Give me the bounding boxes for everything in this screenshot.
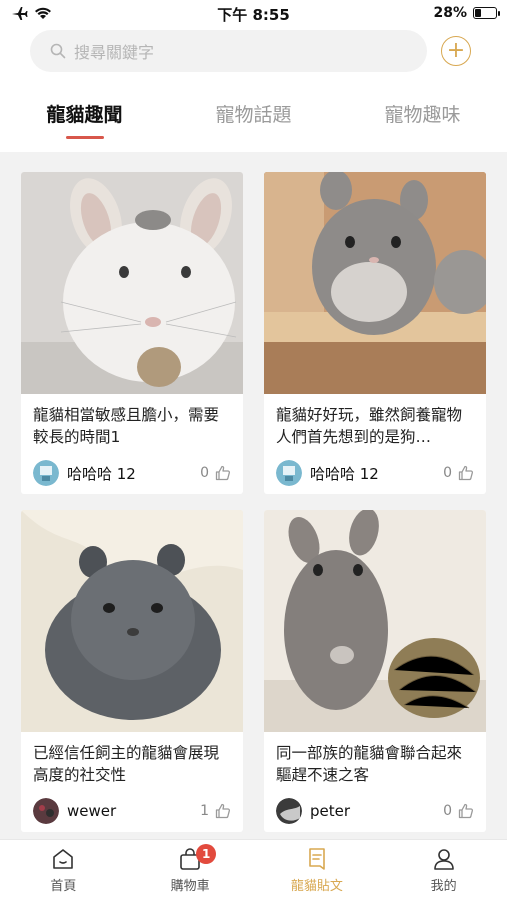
cart-count-badge: 1 bbox=[196, 844, 217, 864]
search-icon bbox=[50, 43, 66, 59]
chinchilla-photo bbox=[21, 172, 243, 394]
post-title: 已經信任飼主的龍貓會展現高度的社交性 bbox=[33, 744, 220, 784]
post-card[interactable]: 同一部族的龍貓會聯合起來驅趕不速之客 peter 0 bbox=[264, 510, 486, 832]
tab-pet-topics[interactable]: 寵物話題 bbox=[184, 100, 324, 139]
avatar[interactable] bbox=[33, 460, 59, 486]
post-footer: 哈哈哈 12 0 bbox=[33, 460, 231, 486]
home-icon bbox=[53, 849, 74, 869]
search-placeholder: 搜尋關鍵字 bbox=[74, 43, 155, 62]
nav-home[interactable]: 首頁 bbox=[0, 840, 127, 900]
chinchilla-photo bbox=[21, 510, 243, 732]
category-tabs: 龍貓趣聞 寵物話題 寵物趣味 bbox=[0, 100, 507, 146]
post-image bbox=[264, 172, 486, 394]
tab-pet-fun[interactable]: 寵物趣味 bbox=[353, 100, 493, 139]
avatar[interactable] bbox=[276, 460, 302, 486]
user-icon bbox=[433, 849, 454, 870]
search-row: 搜尋關鍵字 + bbox=[30, 30, 471, 72]
post-grid: 龍貓相當敏感且膽小，需要較長的時間1 哈哈哈 12 0 龍貓好好玩，雖然飼養寵物… bbox=[0, 152, 507, 840]
nav-cart[interactable]: 購物車 1 bbox=[127, 840, 254, 900]
post-title: 龍貓好好玩，雖然飼養寵物人們首先想到的是狗… bbox=[276, 406, 463, 446]
status-bar: 下午 8:55 28% bbox=[0, 0, 507, 26]
nav-profile[interactable]: 我的 bbox=[380, 840, 507, 900]
add-post-button[interactable]: + bbox=[441, 36, 471, 66]
battery-fill bbox=[475, 9, 481, 17]
thumbs-up-icon[interactable] bbox=[458, 803, 474, 819]
post-image bbox=[21, 510, 243, 732]
status-time: 下午 8:55 bbox=[217, 6, 290, 24]
plus-icon: + bbox=[446, 38, 466, 63]
app-screen: 下午 8:55 28% 搜尋關鍵字 + 龍貓趣聞 寵物話題 寵物趣味 龍貓相當敏… bbox=[0, 0, 507, 900]
nav-label: 購物車 bbox=[170, 879, 210, 894]
post-image bbox=[264, 510, 486, 732]
tab-label: 寵物趣味 bbox=[384, 104, 461, 126]
post-author[interactable]: peter bbox=[310, 802, 443, 820]
like-count: 0 bbox=[443, 803, 452, 819]
post-image bbox=[21, 172, 243, 394]
post-card[interactable]: 龍貓相當敏感且膽小，需要較長的時間1 哈哈哈 12 0 bbox=[21, 172, 243, 494]
like-count: 0 bbox=[200, 465, 209, 481]
chinchilla-photo bbox=[264, 510, 486, 732]
thumbs-up-icon[interactable] bbox=[215, 803, 231, 819]
bottom-nav: 首頁 購物車 1 龍貓貼文 我的 bbox=[0, 839, 507, 900]
tab-chinchilla-news[interactable]: 龍貓趣聞 bbox=[15, 100, 155, 139]
chinchilla-photo bbox=[264, 172, 486, 394]
post-author[interactable]: wewer bbox=[67, 802, 200, 820]
post-author[interactable]: 哈哈哈 12 bbox=[67, 463, 200, 484]
avatar[interactable] bbox=[33, 798, 59, 824]
like-count: 1 bbox=[200, 803, 209, 819]
avatar[interactable] bbox=[276, 798, 302, 824]
thumbs-up-icon[interactable] bbox=[215, 465, 231, 481]
nav-label: 我的 bbox=[430, 879, 457, 894]
post-title: 龍貓相當敏感且膽小，需要較長的時間1 bbox=[33, 406, 220, 446]
like-count: 0 bbox=[443, 465, 452, 481]
search-input[interactable]: 搜尋關鍵字 bbox=[30, 30, 427, 72]
post-footer: peter 0 bbox=[276, 798, 474, 824]
post-title: 同一部族的龍貓會聯合起來驅趕不速之客 bbox=[276, 744, 463, 784]
post-card[interactable]: 龍貓好好玩，雖然飼養寵物人們首先想到的是狗… 哈哈哈 12 0 bbox=[264, 172, 486, 494]
battery-icon bbox=[473, 7, 500, 19]
thumbs-up-icon[interactable] bbox=[458, 465, 474, 481]
nav-label: 龍貓貼文 bbox=[290, 879, 343, 894]
post-footer: wewer 1 bbox=[33, 798, 231, 824]
tab-active-indicator bbox=[65, 136, 104, 139]
nav-posts[interactable]: 龍貓貼文 bbox=[254, 840, 381, 900]
post-author[interactable]: 哈哈哈 12 bbox=[310, 463, 443, 484]
post-icon bbox=[309, 848, 325, 870]
tab-label: 龍貓趣聞 bbox=[46, 104, 123, 126]
post-card[interactable]: 已經信任飼主的龍貓會展現高度的社交性 wewer 1 bbox=[21, 510, 243, 832]
nav-label: 首頁 bbox=[50, 879, 77, 894]
post-footer: 哈哈哈 12 0 bbox=[276, 460, 474, 486]
tab-label: 寵物話題 bbox=[215, 104, 292, 126]
